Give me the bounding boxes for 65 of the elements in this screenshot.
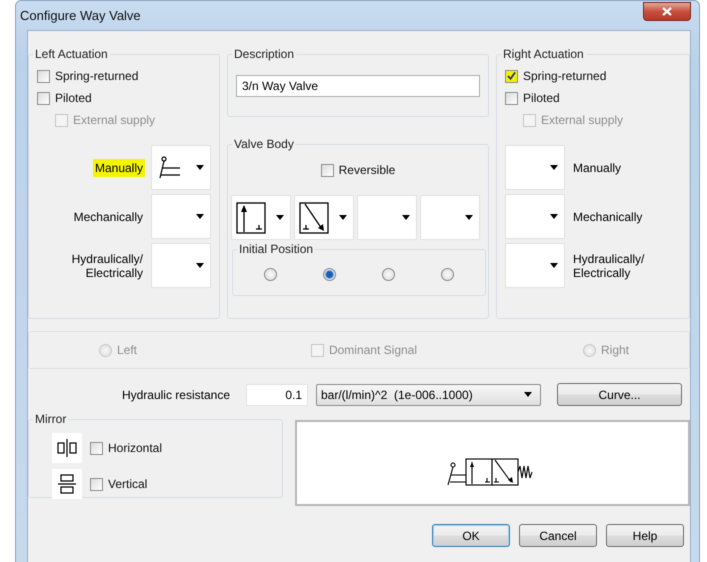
checkbox[interactable] xyxy=(90,478,103,490)
group-title: Right Actuation xyxy=(502,47,585,61)
caret-icon xyxy=(550,263,558,268)
unit-dropdown[interactable]: bar/(l/min)^2 (1e-006..1000) xyxy=(316,384,541,406)
actuation-label: Manually xyxy=(572,160,622,176)
caret-icon xyxy=(550,214,558,219)
resistance-label: Hydraulic resistance xyxy=(122,388,230,402)
checkbox-label: Horizontal xyxy=(108,441,162,455)
radio-label: Right xyxy=(600,343,629,357)
check-icon xyxy=(507,71,516,81)
caret-icon xyxy=(465,215,473,220)
position-radio[interactable] xyxy=(264,268,277,281)
valve-position-dropdown[interactable] xyxy=(294,195,354,240)
position-radio[interactable] xyxy=(441,268,454,281)
radio-label: Left xyxy=(117,343,138,357)
dialog-button[interactable]: Cancel xyxy=(519,524,597,547)
caret-icon xyxy=(524,392,532,397)
group-title: Left Actuation xyxy=(34,47,109,61)
group-title: Description xyxy=(233,47,296,61)
close-icon xyxy=(662,7,672,16)
window-title: Configure Way Valve xyxy=(20,8,141,23)
position-radio[interactable] xyxy=(382,268,395,281)
checkbox-label: Reversible xyxy=(338,163,396,177)
dialog-button[interactable]: Help xyxy=(606,524,684,547)
checkbox[interactable] xyxy=(505,70,518,82)
caret-icon xyxy=(276,215,284,220)
mirror-horizontal-icon xyxy=(52,433,82,463)
group-title: Initial Position xyxy=(238,242,314,256)
checkbox[interactable] xyxy=(505,92,518,104)
group-title: Valve Body xyxy=(233,137,295,151)
checkbox-label: Vertical xyxy=(108,477,148,491)
caret-icon xyxy=(550,165,558,170)
checkbox[interactable] xyxy=(90,442,103,454)
checkbox[interactable] xyxy=(37,70,50,82)
checkbox[interactable] xyxy=(320,164,334,176)
checkbox-label: Piloted xyxy=(523,91,560,105)
checkbox-label: Spring-returned xyxy=(55,69,138,83)
valve-diagonal-flow-icon xyxy=(299,202,329,234)
caret-icon xyxy=(196,214,204,219)
valve-flow-icon xyxy=(236,202,266,234)
description-field[interactable]: 3/n Way Valve xyxy=(236,75,480,97)
caret-icon xyxy=(196,165,204,170)
dialog-button[interactable]: OK xyxy=(432,524,510,547)
group-title: Mirror xyxy=(34,412,68,426)
checkbox-label: External supply xyxy=(541,113,624,127)
curve-button[interactable]: Curve... xyxy=(557,383,682,406)
close-button[interactable] xyxy=(643,2,691,21)
actuation-label: Mechanically xyxy=(72,208,144,226)
actuation-dropdown[interactable] xyxy=(151,145,211,190)
position-radio[interactable] xyxy=(323,268,336,281)
checkbox-label: Dominant Signal xyxy=(328,343,418,357)
caret-icon xyxy=(402,215,410,220)
caret-icon xyxy=(196,263,204,268)
checkbox-label: Piloted xyxy=(55,91,92,105)
checkbox[interactable] xyxy=(37,92,50,104)
caret-icon xyxy=(339,215,347,220)
actuation-label: Manually xyxy=(92,158,145,176)
checkbox-label: External supply xyxy=(73,113,156,127)
actuation-label: Mechanically xyxy=(572,208,644,226)
mirror-vertical-icon xyxy=(52,469,82,499)
actuation-label: Hydraulically/ Electrically xyxy=(70,250,144,282)
valve-position-dropdown[interactable] xyxy=(231,195,291,240)
resistance-field[interactable]: 0.1 xyxy=(246,384,308,406)
actuation-label: Hydraulically/ Electrically xyxy=(572,250,646,282)
checkbox-label: Spring-returned xyxy=(523,69,606,83)
